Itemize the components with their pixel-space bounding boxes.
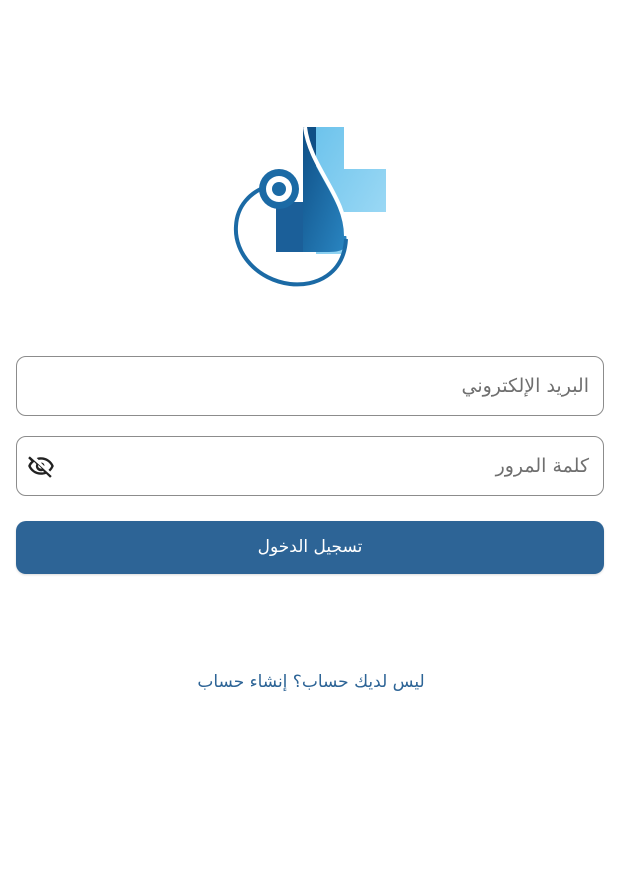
app-logo: [228, 124, 394, 290]
password-field[interactable]: كلمة المرور: [16, 436, 604, 496]
password-placeholder: كلمة المرور: [495, 455, 589, 477]
email-placeholder: البريد الإلكتروني: [461, 375, 590, 397]
medical-cross-stethoscope-logo-icon: [233, 126, 386, 287]
eye-off-icon[interactable]: [26, 452, 56, 480]
register-link[interactable]: ليس لديك حساب؟ إنشاء حساب: [0, 669, 622, 695]
email-field[interactable]: البريد الإلكتروني: [16, 356, 604, 416]
login-button[interactable]: تسجيل الدخول: [16, 521, 604, 574]
